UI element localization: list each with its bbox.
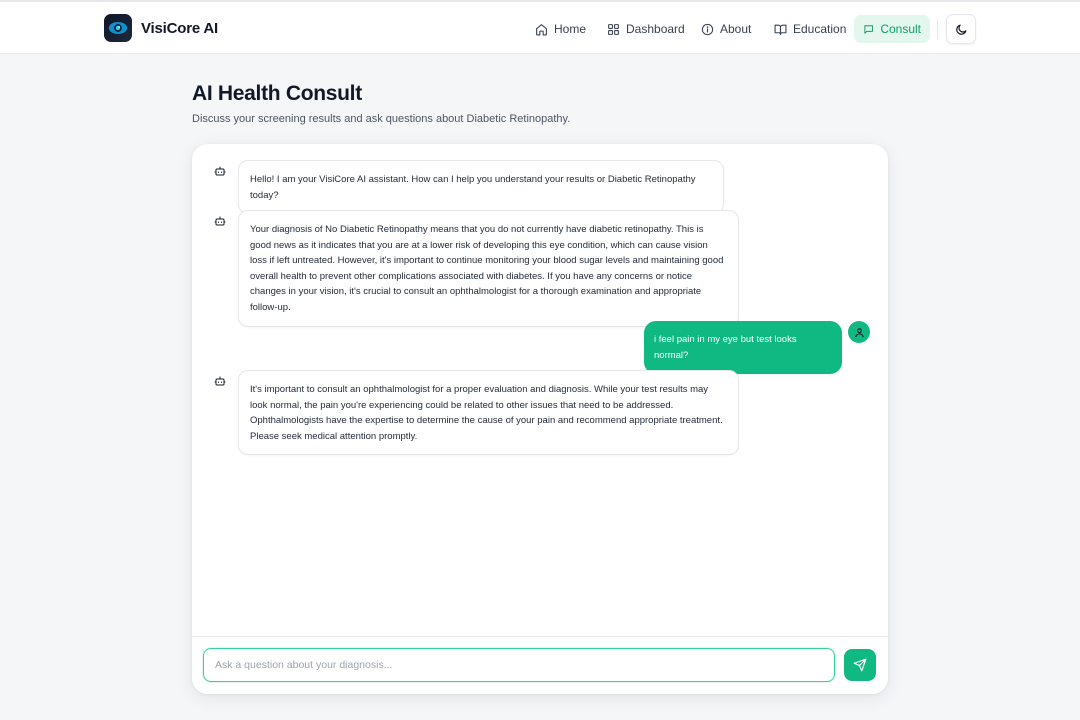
nav-label-home: Home [554, 22, 587, 36]
chat-panel: Hello! I am your VisiCore AI assistant. … [192, 144, 888, 694]
chat-icon [864, 24, 873, 34]
nav-label-dashboard: Dashboard [626, 22, 685, 36]
book-icon [774, 24, 787, 35]
nav-item-education[interactable]: Education [765, 15, 855, 43]
page-title: AI Health Consult [192, 82, 362, 105]
nav-item-dashboard[interactable]: Dashboard [598, 15, 694, 43]
home-icon [536, 23, 547, 35]
bot-icon [214, 216, 226, 226]
moon-icon [955, 24, 966, 35]
theme-toggle-button[interactable] [946, 14, 976, 44]
bot-message: Your diagnosis of No Diabetic Retinopath… [238, 210, 739, 327]
user-icon [854, 327, 864, 337]
nav-label-education: Education [793, 22, 847, 36]
top-navbar: VisiCore AI Home Dashboard About Educati… [0, 0, 1080, 54]
chat-input-bar [192, 636, 888, 694]
chat-input[interactable] [203, 648, 835, 682]
bot-message: Hello! I am your VisiCore AI assistant. … [238, 160, 724, 215]
message-text: Your diagnosis of No Diabetic Retinopath… [250, 224, 724, 313]
send-button[interactable] [844, 649, 876, 681]
user-message: i feel pain in my eye but test looks nor… [644, 321, 842, 375]
message-text: i feel pain in my eye but test looks nor… [654, 334, 797, 361]
nav-item-consult[interactable]: Consult [854, 15, 930, 43]
info-icon [701, 23, 714, 35]
nav-label-consult: Consult [880, 22, 921, 36]
message-text: Hello! I am your VisiCore AI assistant. … [250, 174, 696, 201]
bot-icon [214, 376, 226, 386]
grid-icon [608, 23, 619, 35]
send-icon [853, 658, 867, 672]
bot-message: It's important to consult an ophthalmolo… [238, 370, 739, 456]
bot-icon [214, 166, 226, 176]
nav-item-about[interactable]: About [692, 15, 760, 43]
message-text: It's important to consult an ophthalmolo… [250, 384, 723, 442]
main-nav: Home Dashboard About Education Consult [0, 15, 1080, 43]
nav-divider [937, 18, 938, 40]
page-subtitle: Discuss your screening results and ask q… [192, 113, 571, 125]
user-avatar [848, 321, 870, 343]
nav-label-about: About [720, 22, 752, 36]
nav-item-home[interactable]: Home [526, 15, 595, 43]
